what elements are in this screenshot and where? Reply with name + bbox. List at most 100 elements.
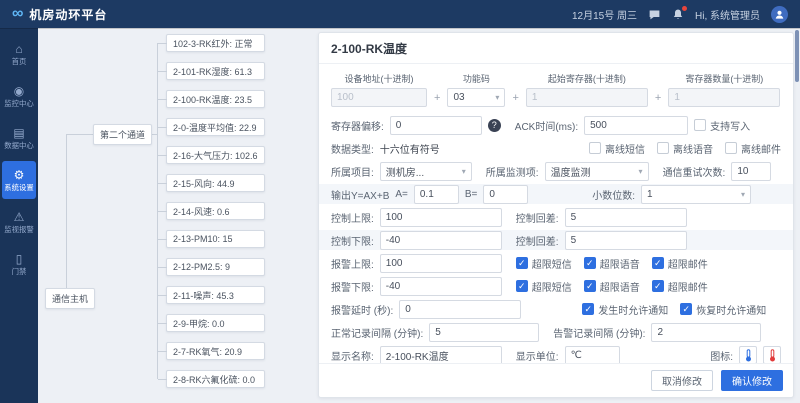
alarm-upper-input[interactable] xyxy=(380,254,502,273)
coefficient-b-input[interactable] xyxy=(483,185,528,204)
offline-notify-options: 离线短信 离线语音 离线邮件 xyxy=(589,141,781,156)
control-upper-hysteresis-input[interactable] xyxy=(565,208,687,227)
offline-sms-option[interactable]: 离线短信 xyxy=(589,141,645,156)
retry-count-input[interactable] xyxy=(731,162,771,181)
checkbox-checked-icon xyxy=(652,257,664,269)
user-avatar[interactable] xyxy=(771,6,788,23)
control-lower-row: 控制下限: 控制回差: xyxy=(319,230,793,250)
thermometer-red-icon-button[interactable] xyxy=(763,346,781,363)
field-label: 图标: xyxy=(710,348,733,363)
ack-time-input[interactable] xyxy=(584,116,688,135)
checkbox-checked-icon xyxy=(516,280,528,292)
notification-badge xyxy=(682,6,687,11)
scrollbar[interactable] xyxy=(795,30,799,401)
tree-node-sensor[interactable]: 2-15-风向: 44.9 xyxy=(166,174,265,192)
checkbox-checked-icon xyxy=(582,303,594,315)
control-lower-hysteresis-input[interactable] xyxy=(565,231,687,250)
field-label: 设备地址(十进制) xyxy=(345,72,414,85)
coefficient-a-input[interactable] xyxy=(414,185,459,204)
app-title: 机房动环平台 xyxy=(29,6,107,23)
register-count-input[interactable] xyxy=(668,88,780,107)
notification-bell-icon[interactable] xyxy=(672,8,684,21)
overlimit-email-option[interactable]: 超限邮件 xyxy=(652,256,708,271)
control-upper-input[interactable] xyxy=(380,208,502,227)
tree-node-channel[interactable]: 第二个通道 xyxy=(93,124,152,145)
tree-node-host[interactable]: 通信主机 xyxy=(45,288,95,309)
tree-node-sensor[interactable]: 2-13-PM10: 15 xyxy=(166,230,265,248)
decimal-places-select[interactable]: 1 ▾ xyxy=(641,185,751,204)
tree-node-sensor[interactable]: 2-100-RK温度: 23.5 xyxy=(166,90,265,108)
sidebar-item-home[interactable]: ⌂ 首页 xyxy=(2,35,36,73)
overlimit-voice-option[interactable]: 超限语音 xyxy=(584,256,640,271)
cancel-button[interactable]: 取消修改 xyxy=(651,370,713,391)
tree-node-sensor[interactable]: 2-8-RK六氟化硫: 0.0 xyxy=(166,370,265,388)
offline-email-option[interactable]: 离线邮件 xyxy=(725,141,781,156)
tree-node-sensor[interactable]: 2-101-RK湿度: 61.3 xyxy=(166,62,265,80)
alarm-lower-input[interactable] xyxy=(380,277,502,296)
notify-on-recover-option[interactable]: 恢复时允许通知 xyxy=(680,302,766,317)
overlimit-sms-option[interactable]: 超限短信 xyxy=(516,256,572,271)
scrollbar-thumb[interactable] xyxy=(795,30,799,82)
confirm-button[interactable]: 确认修改 xyxy=(721,370,783,391)
monitor-icon: ◉ xyxy=(14,85,24,97)
tree-node-sensor[interactable]: 2-9-甲烷: 0.0 xyxy=(166,314,265,332)
sidebar-item-monitor-alarm[interactable]: ⚠ 监视报警 xyxy=(2,203,36,241)
checkbox-icon xyxy=(589,142,601,154)
display-name-input[interactable] xyxy=(380,346,502,364)
sidebar-item-data-center[interactable]: ▤ 数据中心 xyxy=(2,119,36,157)
field-label: 控制上限: xyxy=(331,210,374,225)
alarm-delay-input[interactable] xyxy=(399,300,521,319)
field-label: 起始寄存器(十进制) xyxy=(548,72,626,85)
formula-row: 输出Y=AX+B A= B= 小数位数: 1 ▾ xyxy=(319,184,793,204)
tree-node-sensor[interactable]: 2-7-RK氧气: 20.9 xyxy=(166,342,265,360)
checkbox-label: 发生时允许通知 xyxy=(598,302,668,317)
sidebar-item-access-control[interactable]: ▯ 门禁 xyxy=(2,245,36,283)
checkbox-checked-icon xyxy=(584,257,596,269)
select-value: 温度监测 xyxy=(551,164,591,179)
tree-node-sensor[interactable]: 2-0-温度平均值: 22.9 xyxy=(166,118,265,136)
sidebar-item-monitoring-center[interactable]: ◉ 监控中心 xyxy=(2,77,36,115)
alarm-record-interval-input[interactable] xyxy=(651,323,761,342)
help-icon[interactable]: ? xyxy=(488,119,501,132)
register-offset-input[interactable] xyxy=(390,116,482,135)
control-upper-row: 控制上限: 控制回差: xyxy=(331,207,781,227)
device-address-input[interactable] xyxy=(331,88,427,107)
offline-voice-option[interactable]: 离线语音 xyxy=(657,141,713,156)
display-unit-input[interactable] xyxy=(565,346,620,364)
normal-record-interval-input[interactable] xyxy=(429,323,539,342)
sidebar-item-system-settings[interactable]: ⚙ 系统设置 xyxy=(2,161,36,199)
checkbox-icon xyxy=(694,119,706,131)
field-label: 通信重试次数: xyxy=(663,164,726,179)
home-icon: ⌂ xyxy=(15,43,22,55)
overlimit-email-option[interactable]: 超限邮件 xyxy=(652,279,708,294)
project-select[interactable]: 测机房... ▾ xyxy=(380,162,472,181)
tree-node-sensor[interactable]: 2-11-噪声: 45.3 xyxy=(166,286,265,304)
overlimit-sms-option[interactable]: 超限短信 xyxy=(516,279,572,294)
field-label: 小数位数: xyxy=(592,187,635,202)
gear-icon: ⚙ xyxy=(14,169,25,181)
overlimit-voice-option[interactable]: 超限语音 xyxy=(584,279,640,294)
control-lower-input[interactable] xyxy=(380,231,502,250)
record-interval-row: 正常记录间隔 (分钟): 告警记录间隔 (分钟): xyxy=(331,322,781,342)
function-code-select[interactable]: 03 ▾ xyxy=(447,88,505,107)
checkbox-label: 超限语音 xyxy=(600,279,640,294)
start-register-input[interactable] xyxy=(526,88,648,107)
checkbox-label: 超限邮件 xyxy=(668,256,708,271)
message-icon[interactable] xyxy=(648,8,661,21)
thermometer-blue-icon-button[interactable] xyxy=(739,346,757,363)
field-label: 寄存器数量(十进制) xyxy=(685,72,763,85)
field-label: 正常记录间隔 (分钟): xyxy=(331,325,423,340)
tree-node-sensor[interactable]: 102-3-RK红外: 正常 xyxy=(166,34,265,52)
notify-on-occur-option[interactable]: 发生时允许通知 xyxy=(582,302,668,317)
tree-node-sensor[interactable]: 2-16-大气压力: 102.6 xyxy=(166,146,265,164)
tree-node-sensor[interactable]: 2-12-PM2.5: 9 xyxy=(166,258,265,276)
select-value: 1 xyxy=(647,189,653,200)
door-icon: ▯ xyxy=(16,253,23,265)
database-icon: ▤ xyxy=(13,127,24,139)
panel-title: 2-100-RK温度 xyxy=(319,33,793,64)
checkbox-label: 超限短信 xyxy=(532,256,572,271)
monitor-item-select[interactable]: 温度监测 ▾ xyxy=(545,162,649,181)
write-support-option[interactable]: 支持写入 xyxy=(694,118,750,133)
tree-connector-line xyxy=(66,134,67,289)
tree-node-sensor[interactable]: 2-14-风速: 0.6 xyxy=(166,202,265,220)
